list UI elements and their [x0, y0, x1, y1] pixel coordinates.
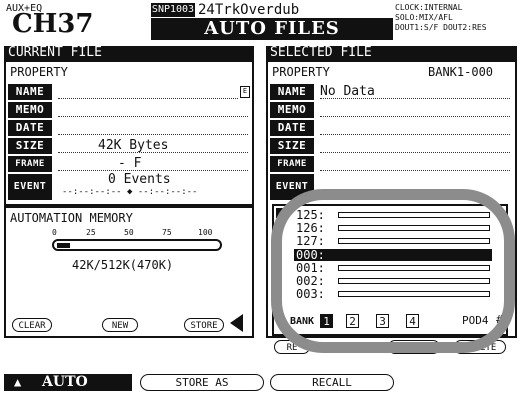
scale-0: 0: [52, 228, 57, 237]
scale-25: 25: [86, 228, 96, 237]
current-file-title: CURRENT FILE: [4, 46, 254, 60]
status-dout: DOUT1:S/F DOUT2:RES: [395, 23, 487, 32]
memory-readout: 42K/512K(470K): [72, 258, 174, 272]
highlight-ring: [271, 189, 515, 353]
current-file-panel: PROPERTY NAME E MEMO DATE SIZE 42K Bytes…: [4, 60, 254, 206]
tab-auto[interactable]: ▲ AUTO: [4, 374, 132, 391]
scale-75: 75: [162, 228, 172, 237]
current-frame-value: - F: [118, 156, 142, 171]
memory-meter: [52, 239, 222, 251]
selected-name-value: No Data: [320, 84, 375, 99]
selected-label-size: SIZE: [270, 138, 314, 154]
header: AUX+EQ CH37 SNP1003 24TrkOverdub AUTO FI…: [0, 0, 521, 44]
field-label-date: DATE: [8, 120, 52, 136]
selected-bank-label: BANK1-000: [428, 65, 494, 79]
field-label-memo: MEMO: [8, 102, 52, 118]
current-event-value: 0 Events: [108, 172, 171, 187]
current-property-label: PROPERTY: [10, 65, 68, 79]
tab-store-as[interactable]: STORE AS: [140, 374, 264, 391]
field-label-frame: FRAME: [8, 156, 52, 172]
field-label-name: NAME: [8, 84, 52, 100]
scale-100: 100: [198, 228, 213, 237]
tab-recall[interactable]: RECALL: [270, 374, 394, 391]
store-pointer-icon: [230, 314, 243, 332]
selected-property-label: PROPERTY: [272, 65, 330, 79]
current-fields: NAME E MEMO DATE SIZE 42K Bytes FRAME - …: [8, 84, 250, 200]
selected-file-title: SELECTED FILE: [266, 46, 517, 60]
automation-memory-title: AUTOMATION MEMORY: [10, 211, 133, 225]
name-edit-icon[interactable]: E: [240, 86, 250, 98]
project-name: 24TrkOverdub: [198, 2, 300, 18]
clear-button[interactable]: CLEAR: [12, 318, 52, 332]
automation-memory-panel: AUTOMATION MEMORY 0 25 50 75 100 42K/512…: [4, 206, 254, 338]
field-label-size: SIZE: [8, 138, 52, 154]
selected-fields: NAME No Data MEMO DATE SIZE FRAME EVENT: [270, 84, 514, 200]
selected-label-date: DATE: [270, 120, 314, 136]
current-event-timecode: --:--:--:-- ◆ --:--:--:--: [62, 187, 198, 197]
selected-label-memo: MEMO: [270, 102, 314, 118]
new-button[interactable]: NEW: [102, 318, 138, 332]
current-size-value: 42K Bytes: [98, 138, 169, 153]
channel-name: CH37: [12, 9, 94, 39]
status-clock: CLOCK:INTERNAL: [395, 3, 463, 12]
tab-auto-arrow-icon: ▲: [14, 375, 22, 389]
selected-label-frame: FRAME: [270, 156, 314, 172]
selected-label-name: NAME: [270, 84, 314, 100]
memory-meter-fill: [57, 243, 70, 248]
tab-auto-label: AUTO: [42, 374, 88, 390]
memory-scale: 0 25 50 75 100: [50, 228, 220, 238]
store-button[interactable]: STORE: [184, 318, 224, 332]
scale-50: 50: [124, 228, 134, 237]
field-label-event: EVENT: [8, 174, 52, 200]
status-block: CLOCK:INTERNAL SOLO:MIX/AFL DOUT1:S/F DO…: [395, 3, 521, 33]
screen-title: AUTO FILES: [151, 18, 393, 40]
status-solo: SOLO:MIX/AFL: [395, 13, 453, 22]
mode-badge: SNP1003: [151, 3, 195, 17]
